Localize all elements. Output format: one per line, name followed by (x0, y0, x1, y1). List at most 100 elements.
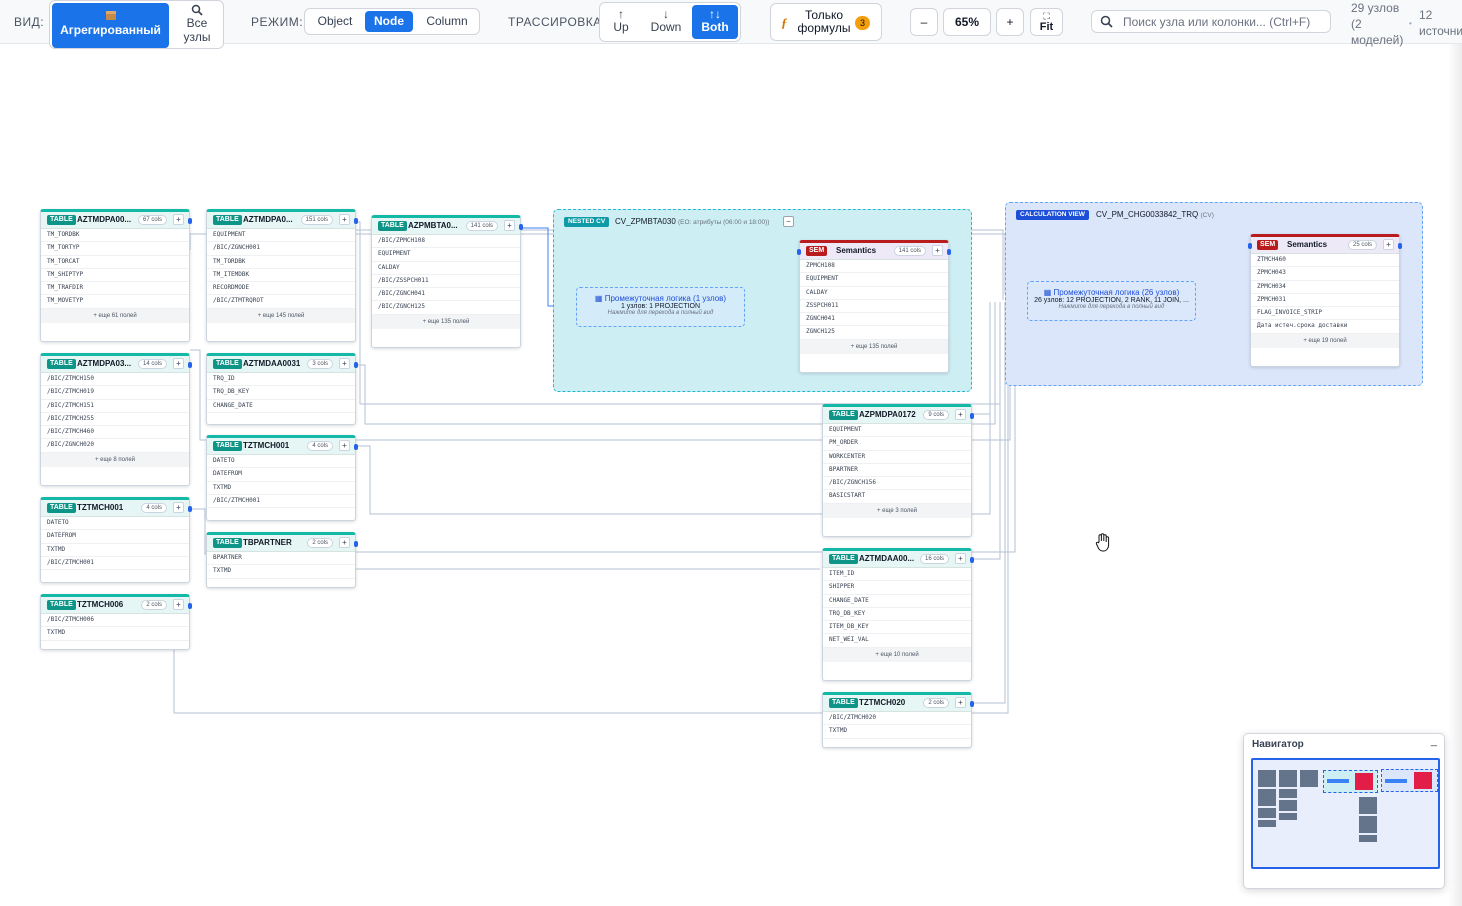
table-node[interactable]: TABLE TZTMCH001 4 cols + DATETO DATEFROM TXTMD… (206, 435, 358, 521)
field-row[interactable]: TXTMD (207, 482, 355, 495)
node-header[interactable]: TABLE AZTMDAA00... 16 cols + (823, 551, 971, 568)
field-row[interactable]: TRQ_DB_KEY (207, 386, 355, 400)
field-row[interactable]: TRQ_DB_KEY (823, 608, 971, 622)
field-row[interactable]: /BIC/ZGNCH156 (823, 477, 971, 491)
field-row[interactable]: TM_TORTYP (41, 242, 189, 256)
field-row[interactable]: EQUIPMENT (823, 424, 971, 438)
output-port[interactable] (970, 413, 974, 419)
field-row[interactable]: ZTMCH460 (1251, 254, 1399, 268)
field-row[interactable]: NET_WEI_VAL (823, 634, 971, 648)
field-row[interactable]: /BIC/ZTMCH006 (41, 614, 189, 628)
node-header[interactable]: TABLE AZTMDPA03... 14 cols + (41, 356, 189, 373)
field-row[interactable]: CHANGE_DATE (207, 400, 355, 413)
field-row[interactable]: DATEFROM (207, 468, 355, 482)
node-header[interactable]: TABLE AZTMDPA00... 67 cols + (41, 212, 189, 229)
node-header[interactable]: TABLE AZPMBTA0... 141 cols + (372, 218, 520, 235)
trace-both-button[interactable]: ↑↓ Both (692, 5, 738, 39)
field-row[interactable]: EQUIPMENT (372, 248, 520, 262)
input-port[interactable] (1248, 243, 1252, 249)
navigator-minimize-button[interactable]: _ (1431, 735, 1437, 747)
output-port[interactable] (970, 701, 974, 707)
expand-button[interactable]: + (955, 553, 966, 564)
more-fields-link[interactable]: + еще 8 полей (41, 452, 189, 467)
zoom-out-button[interactable]: – (910, 8, 938, 36)
more-fields-link[interactable]: + еще 135 полей (800, 339, 948, 354)
expand-button[interactable]: + (339, 440, 350, 451)
zoom-in-button[interactable]: + (996, 8, 1024, 36)
output-port[interactable] (354, 218, 358, 224)
expand-button[interactable]: + (339, 214, 350, 225)
field-row[interactable]: CHANGE_DATE (823, 595, 971, 608)
search-input[interactable]: Поиск узла или колонки... (Ctrl+F) (1091, 10, 1331, 33)
output-port[interactable] (188, 603, 192, 609)
table-node[interactable]: TABLE AZTMDPA00... 67 cols + TM_TORDBK TM_TOR… (40, 209, 192, 342)
field-row[interactable]: /BIC/ZTMCH019 (41, 386, 189, 400)
output-port[interactable] (354, 444, 358, 450)
more-fields-link[interactable]: + еще 61 полей (41, 308, 189, 323)
output-port[interactable] (188, 506, 192, 512)
view-all-nodes-button[interactable]: Все узлы (172, 3, 222, 48)
field-row[interactable]: ZPMCH034 (1251, 281, 1399, 294)
output-port[interactable] (519, 224, 523, 230)
more-fields-link[interactable]: + еще 10 полей (823, 647, 971, 662)
output-port[interactable] (1398, 243, 1402, 249)
field-row[interactable]: CALDAY (372, 262, 520, 275)
field-row[interactable]: PM_ORDER (823, 437, 971, 451)
field-row[interactable]: TM_TORDBK (207, 256, 355, 269)
field-row[interactable]: /BIC/ZTMCH460 (41, 426, 189, 440)
expand-button[interactable]: + (339, 537, 350, 548)
field-row[interactable]: /BIC/ZTMTRQROT (207, 295, 355, 309)
collapse-button[interactable]: – (783, 216, 794, 227)
expand-button[interactable]: + (173, 214, 184, 225)
trace-up-button[interactable]: ↑ Up (602, 5, 640, 39)
output-port[interactable] (970, 557, 974, 563)
mode-object-button[interactable]: Object (307, 11, 363, 32)
expand-button[interactable]: + (173, 358, 184, 369)
table-node[interactable]: TABLE TZTMCH020 2 cols + /BIC/ZTMCH020 TXTMD (822, 692, 974, 748)
field-row[interactable]: /BIC/ZTMCH001 (207, 495, 355, 509)
output-port[interactable] (188, 362, 192, 368)
field-row[interactable]: TM_SHIPTYP (41, 269, 189, 283)
expand-button[interactable]: + (955, 697, 966, 708)
table-node[interactable]: TABLE TZTMCH001 4 cols + DATETO DATEFROM TXTMD… (40, 497, 192, 583)
input-port[interactable] (797, 249, 801, 255)
field-row[interactable]: EQUIPMENT (207, 229, 355, 243)
field-row[interactable]: /BIC/ZPMCH108 (372, 235, 520, 249)
node-header[interactable]: TABLE AZTMDAA0031 3 cols + (207, 356, 355, 373)
node-header[interactable]: TABLE AZTMDPA0... 151 cols + (207, 212, 355, 229)
table-node[interactable]: TABLE AZTMDAA00... 16 cols + ITEM_ID SHIPPER C… (822, 548, 974, 681)
expand-button[interactable]: + (339, 358, 350, 369)
node-header[interactable]: SEM Semantics 141 cols + (800, 243, 948, 260)
field-row[interactable]: DATEFROM (41, 530, 189, 544)
field-row[interactable]: /BIC/ZTMCH151 (41, 400, 189, 413)
table-node[interactable]: TABLE AZPMDPA0172 9 cols + EQUIPMENT PM_ORDER… (822, 404, 974, 537)
field-row[interactable]: TM_MOVETYP (41, 295, 189, 309)
field-row[interactable]: TM_ITEMDBK (207, 269, 355, 283)
field-row[interactable]: ZPMCH108 (800, 260, 948, 274)
field-row[interactable]: BASICSTART (823, 490, 971, 504)
expand-button[interactable]: + (1383, 239, 1394, 250)
output-port[interactable] (354, 541, 358, 547)
field-row[interactable]: RECORDMODE (207, 282, 355, 296)
field-row[interactable]: ZPMCH043 (1251, 267, 1399, 281)
expand-button[interactable]: + (932, 245, 943, 256)
output-port[interactable] (947, 249, 951, 255)
more-fields-link[interactable]: + еще 135 полей (372, 314, 520, 329)
output-port[interactable] (354, 362, 358, 368)
calc-logic-box[interactable]: ▦ Промежуточная логика (26 узлов) 26 узл… (1027, 281, 1196, 321)
field-row[interactable]: TXTMD (823, 725, 971, 739)
field-row[interactable]: /BIC/ZTMCH001 (41, 557, 189, 571)
table-node[interactable]: TABLE TBPARTNER 2 cols + BPARTNER TXTMD (206, 532, 358, 588)
field-row[interactable]: /BIC/ZGNCH020 (41, 439, 189, 453)
field-row[interactable]: TXTMD (41, 544, 189, 557)
table-node[interactable]: TABLE TZTMCH006 2 cols + /BIC/ZTMCH006 TXTMD (40, 594, 192, 650)
more-fields-link[interactable]: + еще 145 полей (207, 308, 355, 323)
navigator-panel[interactable]: Навигатор _ (1243, 733, 1445, 889)
table-node[interactable]: TABLE AZTMDPA0... 151 cols + EQUIPMENT/BIC/Z… (206, 209, 358, 342)
navigator-viewport[interactable] (1251, 758, 1440, 869)
more-fields-link[interactable]: + еще 3 полей (823, 503, 971, 518)
field-row[interactable]: /BIC/ZGNCH125 (372, 301, 520, 315)
table-node[interactable]: TABLE AZTMDAA0031 3 cols + TRQ_ID TRQ_DB_KEY C… (206, 353, 358, 425)
field-row[interactable]: SHIPPER (823, 581, 971, 595)
table-node[interactable]: TABLE AZPMBTA0... 141 cols + /BIC/ZPMCH108 EQ… (371, 215, 523, 348)
